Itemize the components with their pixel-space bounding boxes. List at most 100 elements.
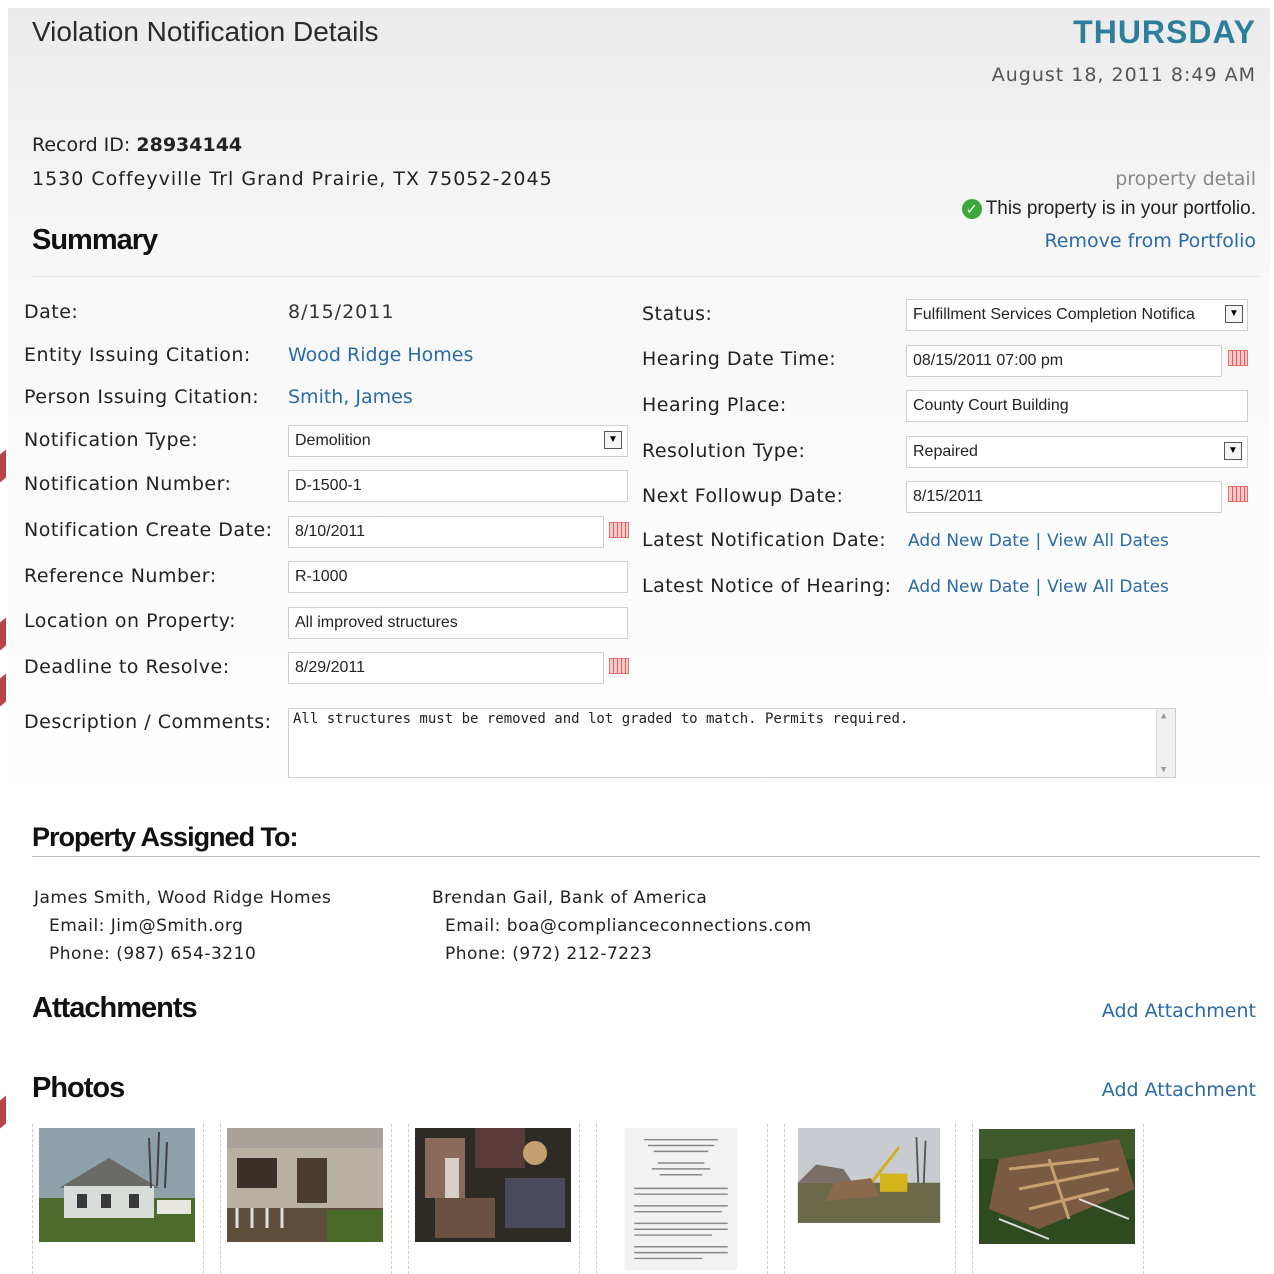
person-link[interactable]: Smith, James bbox=[288, 386, 413, 408]
edge-marker bbox=[0, 673, 6, 707]
photos-heading: Photos bbox=[32, 1072, 125, 1104]
scroll-up-icon[interactable]: ▲ bbox=[1161, 711, 1166, 721]
dropdown-arrow-icon[interactable]: ▼ bbox=[1225, 305, 1243, 323]
hearing-date-time-field[interactable]: 08/15/2011 07:00 pm bbox=[906, 345, 1222, 377]
property-detail-link[interactable]: property detail bbox=[1115, 168, 1256, 190]
remove-from-portfolio-link[interactable]: Remove from Portfolio bbox=[1044, 230, 1256, 252]
contact-card: James Smith, Wood Ridge Homes Email: Jim… bbox=[34, 884, 331, 968]
contact-card: Brendan Gail, Bank of America Email: boa… bbox=[432, 884, 812, 968]
hearing-place-label: Hearing Place: bbox=[642, 394, 787, 416]
scroll-down-icon[interactable]: ▼ bbox=[1161, 765, 1166, 775]
notification-type-label: Notification Type: bbox=[24, 429, 199, 451]
record-id: Record ID: 28934144 bbox=[32, 134, 242, 156]
resolution-type-label: Resolution Type: bbox=[642, 440, 806, 462]
resolution-type-value: Repaired bbox=[913, 443, 978, 460]
latest-hearing-links: Add New Date | View All Dates bbox=[908, 577, 1169, 597]
hearing-place-value: County Court Building bbox=[913, 397, 1069, 414]
add-new-date-link[interactable]: Add New Date bbox=[908, 577, 1029, 597]
location-field[interactable]: All improved structures bbox=[288, 607, 628, 639]
next-followup-value: 8/15/2011 bbox=[913, 488, 983, 505]
contact-name: James Smith, Wood Ridge Homes bbox=[34, 888, 332, 908]
current-datetime: August 18, 2011 8:49 AM bbox=[991, 64, 1256, 86]
hearing-date-time-value: 08/15/2011 07:00 pm bbox=[913, 352, 1064, 369]
latest-notification-label: Latest Notification Date: bbox=[642, 529, 887, 551]
contact-email: Email: boa@complianceconnections.com bbox=[445, 916, 812, 936]
day-of-week: THURSDAY bbox=[1073, 14, 1256, 50]
next-followup-label: Next Followup Date: bbox=[642, 485, 844, 507]
deadline-label: Deadline to Resolve: bbox=[24, 656, 230, 678]
contact-name: Brendan Gail, Bank of America bbox=[432, 888, 708, 908]
view-all-dates-link[interactable]: View All Dates bbox=[1047, 531, 1169, 551]
reference-number-value: R-1000 bbox=[295, 568, 348, 585]
latest-hearing-label: Latest Notice of Hearing: bbox=[642, 575, 892, 597]
add-new-date-link[interactable]: Add New Date bbox=[908, 531, 1029, 551]
notification-number-label: Notification Number: bbox=[24, 473, 232, 495]
notification-type-select[interactable]: Demolition ▼ bbox=[288, 425, 628, 457]
debris-photo bbox=[979, 1129, 1135, 1244]
edge-marker bbox=[0, 449, 6, 483]
notification-number-field[interactable]: D-1500-1 bbox=[288, 470, 628, 502]
demolition-photo bbox=[797, 1128, 941, 1223]
assigned-heading: Property Assigned To: bbox=[32, 822, 299, 852]
status-value: Fulfillment Services Completion Notifica bbox=[913, 306, 1195, 323]
edge-marker bbox=[0, 617, 6, 651]
view-all-dates-link[interactable]: View All Dates bbox=[1047, 577, 1169, 597]
photo-thumbnail[interactable] bbox=[408, 1124, 580, 1274]
assigned-divider bbox=[32, 856, 1260, 857]
notification-number-value: D-1500-1 bbox=[295, 477, 362, 494]
dropdown-arrow-icon[interactable]: ▼ bbox=[1224, 442, 1242, 460]
page-title: Violation Notification Details bbox=[32, 16, 379, 47]
dropdown-arrow-icon[interactable]: ▼ bbox=[604, 431, 622, 449]
record-id-label: Record ID: bbox=[32, 134, 131, 156]
hearing-date-time-label: Hearing Date Time: bbox=[642, 348, 837, 370]
details-panel: Violation Notification Details THURSDAY … bbox=[8, 8, 1270, 1270]
calendar-icon[interactable] bbox=[609, 658, 629, 674]
record-id-value: 28934144 bbox=[136, 134, 243, 156]
add-photo-link[interactable]: Add Attachment bbox=[1102, 1079, 1256, 1101]
notification-type-value: Demolition bbox=[295, 432, 371, 449]
date-label: Date: bbox=[24, 301, 79, 323]
date-value: 8/15/2011 bbox=[288, 301, 395, 323]
notification-create-date-value: 8/10/2011 bbox=[295, 523, 365, 540]
reference-number-field[interactable]: R-1000 bbox=[288, 561, 628, 593]
photo-thumbnail[interactable] bbox=[220, 1124, 392, 1274]
check-icon: ✓ bbox=[961, 198, 982, 219]
link-separator: | bbox=[1035, 577, 1042, 597]
notification-create-date-field[interactable]: 8/10/2011 bbox=[288, 516, 604, 548]
photo-thumbnail[interactable] bbox=[784, 1124, 956, 1274]
house-photo bbox=[39, 1128, 195, 1242]
calendar-icon[interactable] bbox=[1228, 350, 1248, 366]
notification-create-date-label: Notification Create Date: bbox=[24, 519, 273, 541]
portfolio-status: ✓ This property is in your portfolio. bbox=[961, 198, 1256, 220]
photo-thumbnail[interactable] bbox=[596, 1124, 768, 1274]
calendar-icon[interactable] bbox=[1228, 486, 1248, 502]
portfolio-status-text: This property is in your portfolio. bbox=[985, 198, 1256, 219]
hearing-place-field[interactable]: County Court Building bbox=[906, 390, 1248, 422]
deadline-value: 8/29/2011 bbox=[295, 659, 365, 676]
description-label: Description / Comments: bbox=[24, 711, 272, 733]
status-select[interactable]: Fulfillment Services Completion Notifica… bbox=[906, 299, 1248, 331]
resolution-type-select[interactable]: Repaired ▼ bbox=[906, 436, 1248, 468]
deadline-field[interactable]: 8/29/2011 bbox=[288, 652, 604, 684]
link-separator: | bbox=[1035, 531, 1042, 551]
attachments-heading: Attachments bbox=[32, 992, 198, 1024]
description-textarea[interactable]: All structures must be removed and lot g… bbox=[288, 708, 1176, 778]
person-label: Person Issuing Citation: bbox=[24, 386, 260, 408]
description-value: All structures must be removed and lot g… bbox=[293, 711, 909, 727]
add-attachment-link[interactable]: Add Attachment bbox=[1102, 1000, 1256, 1022]
entity-label: Entity Issuing Citation: bbox=[24, 344, 251, 366]
porch-photo bbox=[227, 1128, 383, 1242]
interior-photo bbox=[415, 1128, 571, 1242]
summary-divider bbox=[32, 276, 1260, 277]
entity-link[interactable]: Wood Ridge Homes bbox=[288, 344, 473, 366]
location-value: All improved structures bbox=[295, 614, 458, 631]
photo-thumbnail[interactable] bbox=[972, 1124, 1144, 1274]
calendar-icon[interactable] bbox=[609, 522, 629, 538]
photo-thumbnail[interactable] bbox=[32, 1124, 204, 1274]
latest-notification-links: Add New Date | View All Dates bbox=[908, 531, 1169, 551]
textarea-scrollbar[interactable]: ▲ ▼ bbox=[1156, 709, 1175, 777]
next-followup-field[interactable]: 8/15/2011 bbox=[906, 481, 1222, 513]
location-label: Location on Property: bbox=[24, 610, 237, 632]
contact-email: Email: Jim@Smith.org bbox=[49, 916, 244, 936]
contact-phone: Phone: (987) 654-3210 bbox=[49, 944, 257, 964]
